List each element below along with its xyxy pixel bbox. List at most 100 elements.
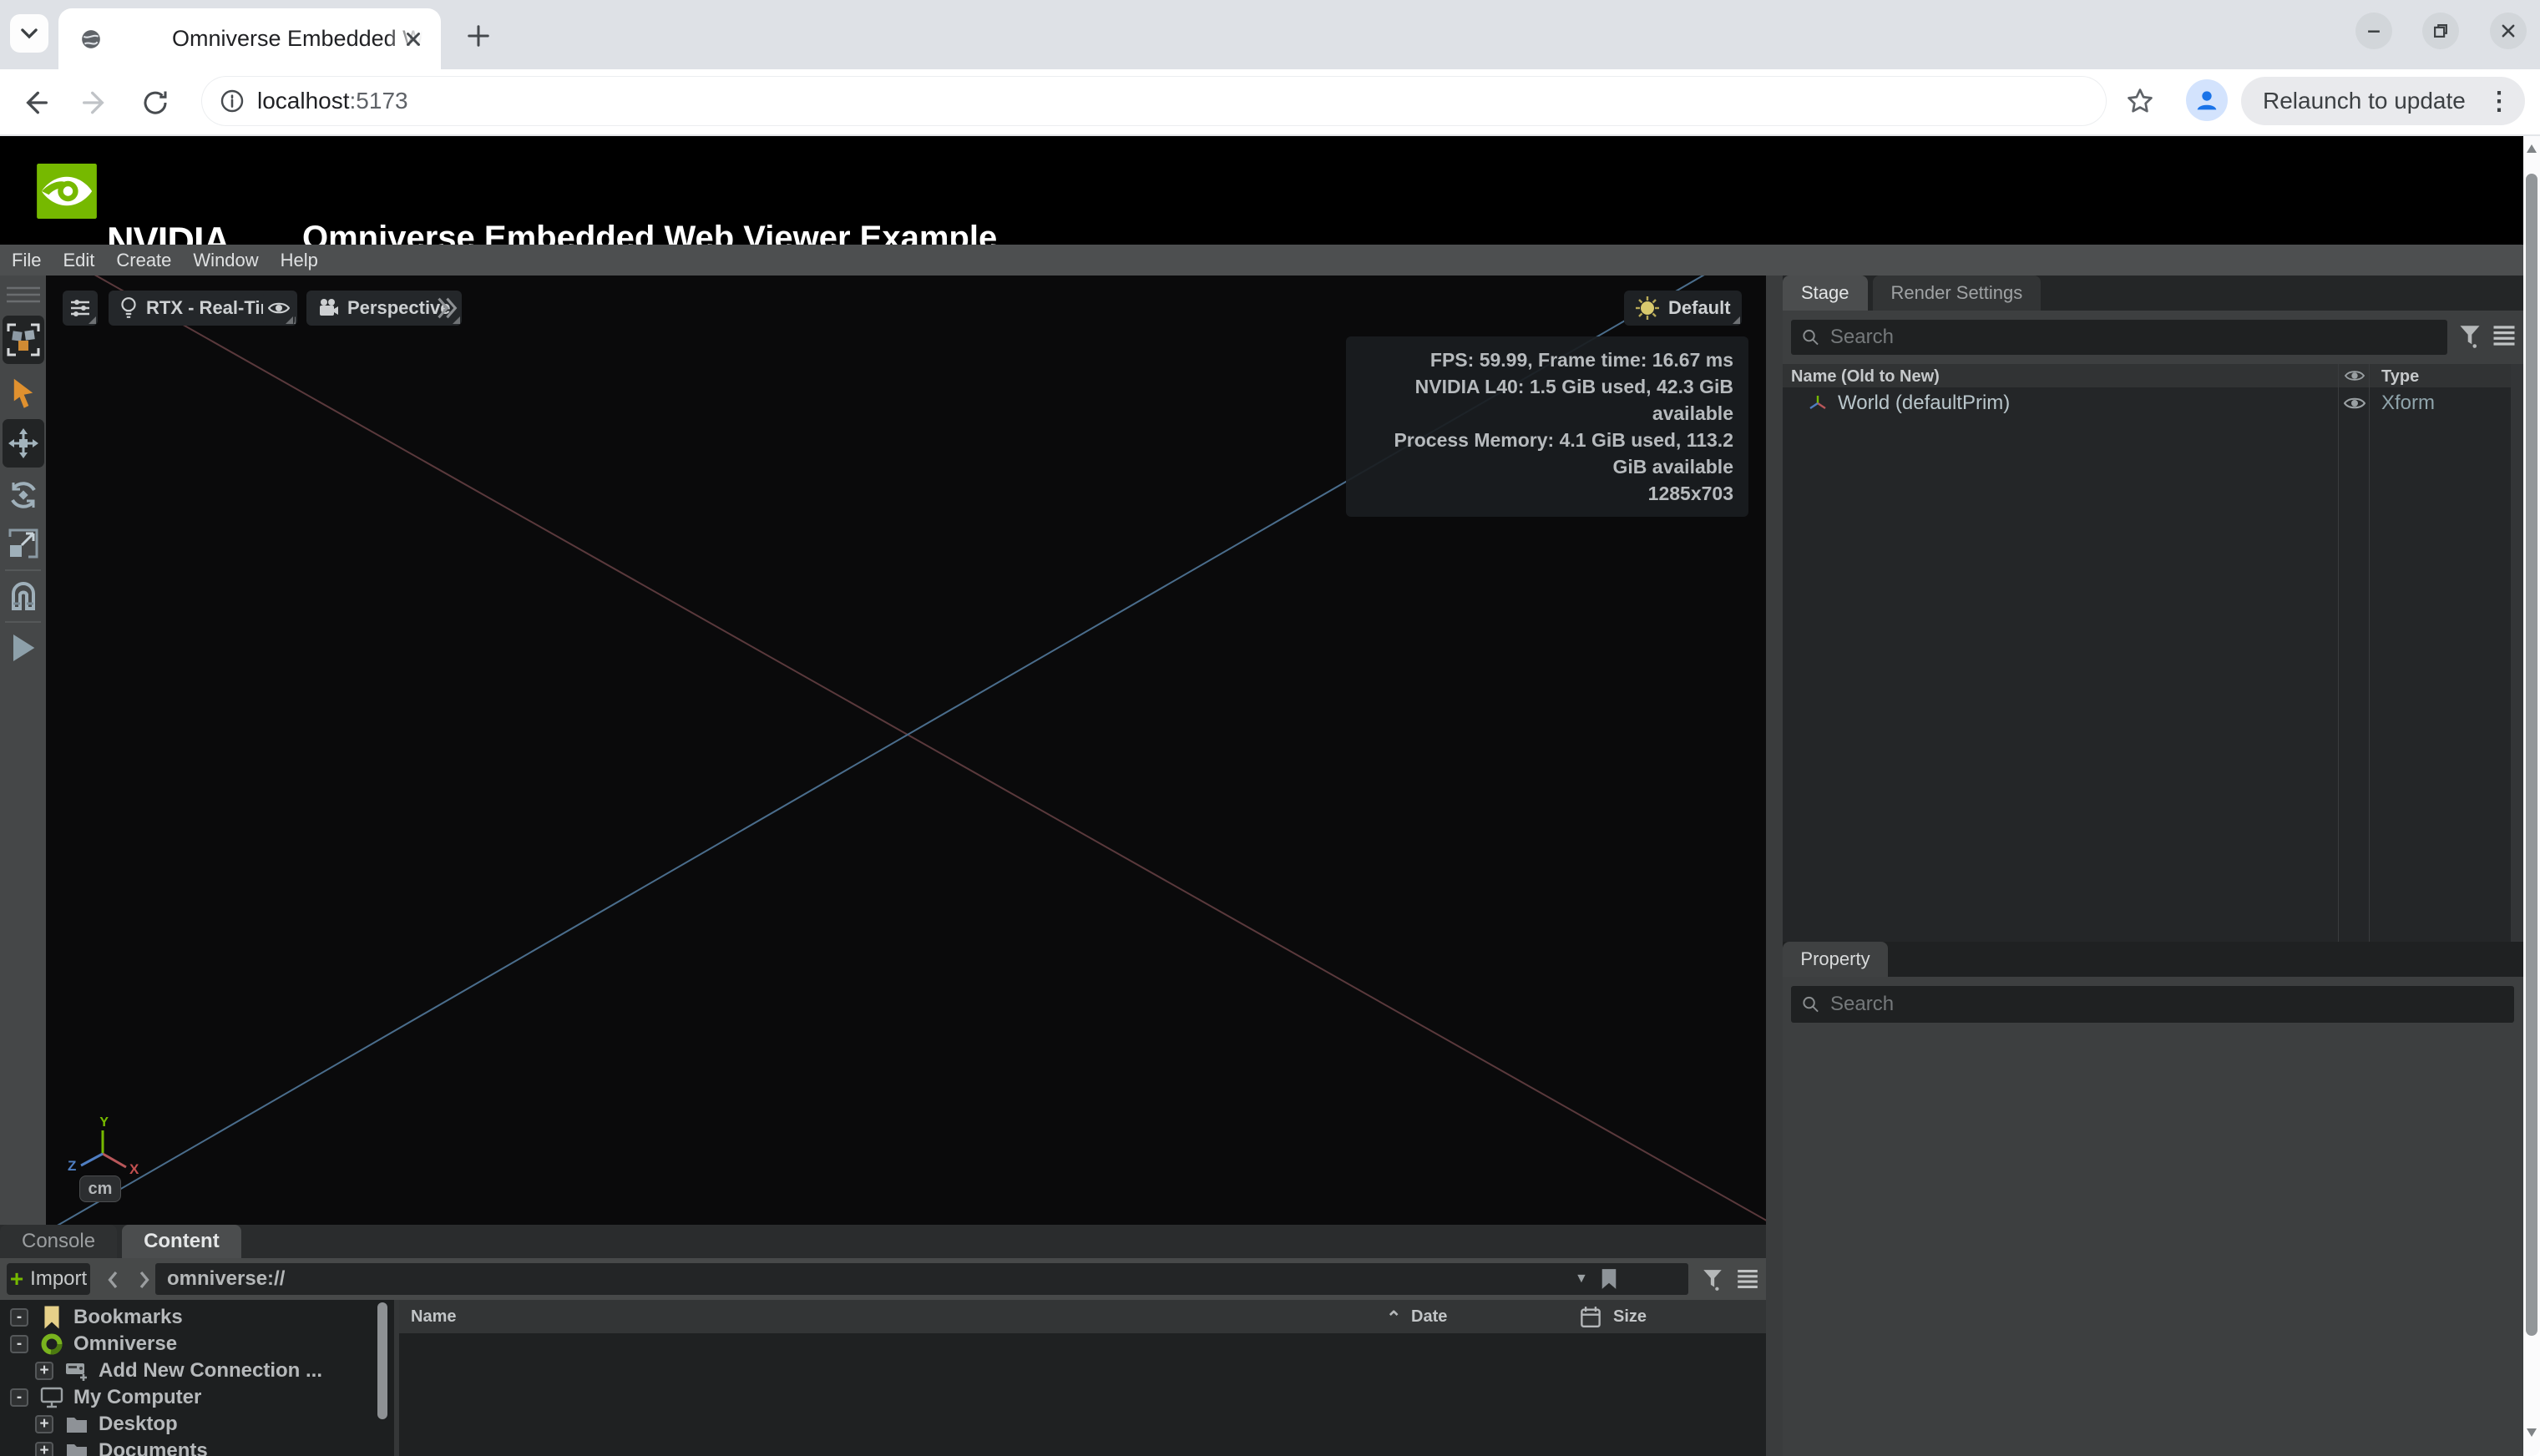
path-bookmark-icon[interactable]	[1600, 1268, 1618, 1290]
tree-item-omniverse[interactable]: - Omniverse	[0, 1331, 367, 1357]
tree-item-bookmarks[interactable]: - Bookmarks	[0, 1304, 367, 1331]
nav-back-icon[interactable]	[104, 1270, 124, 1290]
scale-tool[interactable]	[0, 523, 46, 564]
column-name[interactable]: Name	[411, 1307, 456, 1327]
stage-tree: World (defaultPrim) Xform	[1783, 387, 2511, 942]
tab-render-settings[interactable]: Render Settings	[1873, 276, 2042, 311]
menu-file[interactable]: File	[12, 250, 41, 271]
tree-item-label: Bookmarks	[73, 1306, 183, 1329]
tree-scrollbar[interactable]	[377, 1302, 387, 1419]
relaunch-label: Relaunch to update	[2263, 88, 2466, 114]
tab-property[interactable]: Property	[1783, 942, 1888, 977]
browser-menu-icon[interactable]: ⋮	[2487, 87, 2512, 116]
column-size[interactable]: Size	[1613, 1307, 1647, 1327]
plus-icon: +	[10, 1266, 23, 1292]
stats-resolution: 1285x703	[1361, 480, 1733, 507]
expand-icon[interactable]: +	[35, 1362, 53, 1380]
tree-item-desktop[interactable]: + Desktop	[0, 1411, 367, 1438]
sort-ascending-icon[interactable]: ⌃	[1386, 1307, 1401, 1329]
tree-item-my-computer[interactable]: - My Computer	[0, 1384, 367, 1411]
relaunch-to-update-button[interactable]: Relaunch to update ⋮	[2241, 77, 2525, 125]
tab-content[interactable]: Content	[122, 1225, 241, 1258]
property-search-input[interactable]	[1830, 993, 2504, 1016]
window-close-button[interactable]	[2490, 13, 2527, 49]
content-options-icon[interactable]	[1735, 1268, 1760, 1290]
tab-search-button[interactable]	[10, 14, 48, 53]
visibility-column-icon[interactable]	[2345, 367, 2365, 384]
scale-icon	[8, 528, 38, 559]
scroll-down-icon[interactable]	[2527, 1428, 2537, 1437]
tab-console[interactable]: Console	[0, 1225, 117, 1258]
profile-avatar[interactable]	[2186, 79, 2228, 121]
viewport-settings-button[interactable]	[63, 291, 98, 326]
toolbar-expand-icon[interactable]	[432, 294, 460, 322]
move-tool[interactable]	[3, 419, 44, 468]
tab-render-settings-label: Render Settings	[1891, 282, 2023, 304]
expand-icon[interactable]: +	[35, 1442, 53, 1456]
nav-forward-icon[interactable]	[134, 1270, 154, 1290]
viewport[interactable]: RTX - Real-Time Perspective Default FPS:…	[46, 276, 1766, 1225]
address-bar[interactable]: localhost:5173	[202, 77, 2106, 125]
stage-options-icon[interactable]	[2492, 324, 2517, 347]
expand-icon[interactable]: +	[35, 1415, 53, 1433]
visibility-menu-button[interactable]	[263, 291, 295, 326]
tab-stage-label: Stage	[1801, 282, 1849, 304]
forward-icon[interactable]	[78, 86, 112, 119]
collapse-icon[interactable]: -	[10, 1335, 28, 1353]
tab-close-icon[interactable]	[402, 28, 424, 50]
property-tab-bar: Property	[1783, 942, 2523, 977]
row-visibility-icon[interactable]	[2344, 395, 2365, 412]
stage-row-world[interactable]: World (defaultPrim) Xform	[1783, 391, 2511, 416]
select-tool[interactable]	[0, 369, 46, 419]
menu-create[interactable]: Create	[116, 250, 171, 271]
stage-name-column[interactable]: Name (Old to New)	[1791, 367, 1940, 387]
snap-tool[interactable]	[0, 574, 46, 618]
browser-tab[interactable]: Omniverse Embedded W	[58, 8, 441, 69]
menu-help[interactable]: Help	[281, 250, 318, 271]
new-tab-icon[interactable]	[466, 23, 491, 48]
column-date[interactable]: Date	[1411, 1307, 1447, 1327]
stage-scrollbar[interactable]	[2511, 364, 2523, 942]
path-dropdown-icon[interactable]: ▼	[1575, 1271, 1588, 1287]
bottom-tab-bar: Console Content	[0, 1225, 1766, 1258]
tree-item-label: My Computer	[73, 1386, 201, 1409]
tree-item-documents[interactable]: + Documents	[0, 1438, 367, 1456]
selection-mode-tool[interactable]	[3, 316, 44, 364]
stage-type-column[interactable]: Type	[2381, 367, 2419, 387]
reload-icon[interactable]	[140, 88, 170, 118]
content-tree: - Bookmarks - Omniverse + Add New Connec…	[0, 1300, 394, 1456]
stage-search[interactable]	[1791, 320, 2447, 355]
site-info-icon[interactable]	[219, 88, 245, 114]
units-badge[interactable]: cm	[79, 1175, 121, 1202]
window-restore-button[interactable]	[2422, 13, 2459, 49]
page-scrollbar[interactable]	[2523, 136, 2540, 1456]
tab-stage[interactable]: Stage	[1783, 276, 1868, 311]
menu-window[interactable]: Window	[193, 250, 258, 271]
sliders-icon	[69, 297, 91, 319]
content-path-input[interactable]	[155, 1267, 1575, 1291]
content-filter-icon[interactable]	[1702, 1268, 1723, 1292]
window-minimize-button[interactable]	[2355, 13, 2392, 49]
stage-search-input[interactable]	[1830, 326, 2437, 349]
content-path-field[interactable]: ▼	[155, 1263, 1688, 1295]
menu-edit[interactable]: Edit	[63, 250, 94, 271]
play-tool[interactable]	[0, 626, 46, 670]
property-search[interactable]	[1791, 986, 2514, 1023]
app-window: Omniverse Embedded W localhost:5173 Rela…	[0, 0, 2540, 1456]
page-scrollbar-thumb[interactable]	[2526, 174, 2537, 1336]
axis-y-label: Y	[99, 1117, 109, 1130]
import-button[interactable]: + Import	[7, 1263, 90, 1295]
scroll-up-icon[interactable]	[2527, 144, 2537, 153]
panel-splitter[interactable]	[1766, 276, 1783, 1456]
folder-icon	[66, 1442, 88, 1456]
axis-gizmo[interactable]: Y X Z	[61, 1117, 144, 1175]
back-icon[interactable]	[18, 86, 52, 119]
tree-item-add-connection[interactable]: + Add New Connection ...	[0, 1357, 367, 1384]
rotate-tool[interactable]	[0, 473, 46, 518]
collapse-icon[interactable]: -	[10, 1388, 28, 1407]
collapse-icon[interactable]: -	[10, 1308, 28, 1327]
bookmark-star-icon[interactable]	[2124, 85, 2156, 117]
lighting-button[interactable]: Default	[1624, 291, 1742, 326]
stage-row-name: World (defaultPrim)	[1838, 392, 2010, 415]
stage-filter-icon[interactable]	[2458, 324, 2482, 349]
